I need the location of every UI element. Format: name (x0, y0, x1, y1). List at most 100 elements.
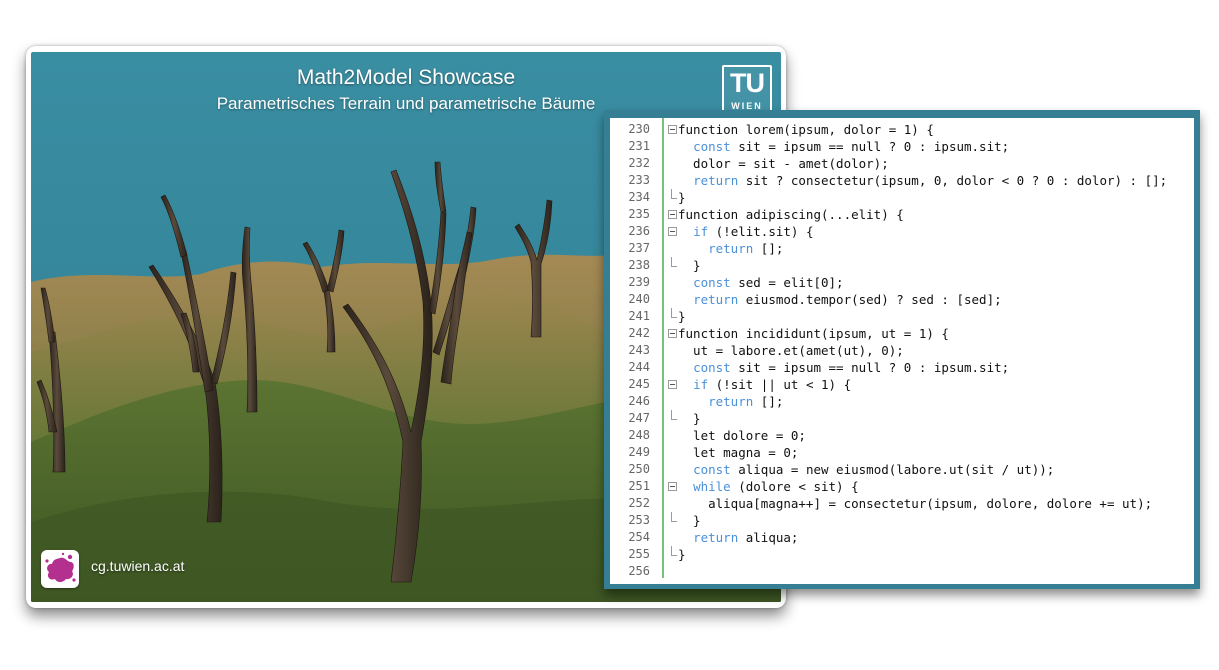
code-line[interactable]: 254 return aliqua; (610, 529, 1194, 546)
line-number: 254 (628, 530, 650, 544)
code-text: return []; (678, 240, 783, 257)
fold-end-marker (671, 410, 677, 420)
code-token: function adipiscing(...elit) { (678, 207, 904, 222)
code-token: aliqua = new eiusmod(labore.ut(sit / ut)… (730, 462, 1055, 477)
line-number: 241 (628, 309, 650, 323)
code-text: const aliqua = new eiusmod(labore.ut(sit… (678, 461, 1054, 478)
keyword-token: const (693, 462, 731, 477)
keyword-token: return (708, 241, 754, 256)
fold-minus-icon[interactable] (668, 482, 677, 491)
line-number: 243 (628, 343, 650, 357)
code-token: sit = ipsum == null ? 0 : ipsum.sit; (730, 139, 1010, 154)
code-line[interactable]: 238 } (610, 257, 1194, 274)
keyword-token: if (693, 377, 709, 392)
keyword-token: const (693, 275, 731, 290)
tu-wien-logo: TU WIEN (722, 65, 772, 115)
code-editor[interactable]: 230 function lorem(ipsum, dolor = 1) {231… (610, 118, 1194, 584)
line-number: 231 (628, 139, 650, 153)
code-text: let dolore = 0; (678, 427, 806, 444)
code-token: []; (753, 394, 784, 409)
code-token: ut = labore.et(amet(ut), 0); (678, 343, 904, 358)
code-text: aliqua[magna++] = consectetur(ipsum, dol… (678, 495, 1152, 512)
fold-minus-icon[interactable] (668, 227, 677, 236)
code-line[interactable]: 233 return sit ? consectetur(ipsum, 0, d… (610, 172, 1194, 189)
keyword-token: return (693, 173, 739, 188)
fold-minus-icon[interactable] (668, 210, 677, 219)
code-line[interactable]: 249 let magna = 0; (610, 444, 1194, 461)
fold-end-marker (671, 189, 677, 199)
code-text: return aliqua; (678, 529, 798, 546)
code-token: sit = ipsum == null ? 0 : ipsum.sit; (730, 360, 1010, 375)
code-line[interactable]: 255} (610, 546, 1194, 563)
code-text: return eiusmod.tempor(sed) ? sed : [sed]… (678, 291, 1002, 308)
code-text: if (!elit.sit) { (678, 223, 813, 240)
code-line[interactable]: 242 function incididunt(ipsum, ut = 1) { (610, 325, 1194, 342)
code-text: return []; (678, 393, 783, 410)
keyword-token: while (693, 479, 731, 494)
line-number: 238 (628, 258, 650, 272)
keyword-token: const (693, 360, 731, 375)
fold-end-marker (671, 546, 677, 556)
code-token: (!elit.sit) { (708, 224, 814, 239)
code-line[interactable]: 250 const aliqua = new eiusmod(labore.ut… (610, 461, 1194, 478)
code-line[interactable]: 246 return []; (610, 393, 1194, 410)
line-number: 235 (628, 207, 650, 221)
line-number: 251 (628, 479, 650, 493)
line-number: 230 (628, 122, 650, 136)
code-line[interactable]: 237 return []; (610, 240, 1194, 257)
code-text: } (678, 257, 701, 274)
code-text: dolor = sit - amet(dolor); (678, 155, 889, 172)
fold-end-marker (671, 512, 677, 522)
code-token: eiusmod.tempor(sed) ? sed : [sed]; (738, 292, 1002, 307)
line-number: 253 (628, 513, 650, 527)
code-text: } (678, 308, 686, 325)
line-number: 233 (628, 173, 650, 187)
line-number: 255 (628, 547, 650, 561)
fold-minus-icon[interactable] (668, 380, 677, 389)
code-line[interactable]: 235 function adipiscing(...elit) { (610, 206, 1194, 223)
code-line[interactable]: 239 const sed = elit[0]; (610, 274, 1194, 291)
fold-minus-icon[interactable] (668, 329, 677, 338)
code-line[interactable]: 230 function lorem(ipsum, dolor = 1) { (610, 121, 1194, 138)
code-token: function incididunt(ipsum, ut = 1) { (678, 326, 949, 341)
line-number: 256 (628, 564, 650, 578)
line-number: 236 (628, 224, 650, 238)
code-line[interactable]: 245 if (!sit || ut < 1) { (610, 376, 1194, 393)
code-line[interactable]: 241} (610, 308, 1194, 325)
keyword-token: return (708, 394, 754, 409)
code-text: if (!sit || ut < 1) { (678, 376, 851, 393)
code-line[interactable]: 231 const sit = ipsum == null ? 0 : ipsu… (610, 138, 1194, 155)
keyword-token: if (693, 224, 709, 239)
code-line[interactable]: 256 (610, 563, 1194, 580)
code-text: } (678, 189, 686, 206)
keyword-token: return (693, 292, 739, 307)
code-line[interactable]: 243 ut = labore.et(amet(ut), 0); (610, 342, 1194, 359)
fold-end-marker (671, 257, 677, 267)
code-line[interactable]: 251 while (dolore < sit) { (610, 478, 1194, 495)
logo-tu-text: TU (730, 68, 765, 98)
code-token: let dolore = 0; (678, 428, 806, 443)
code-text: const sit = ipsum == null ? 0 : ipsum.si… (678, 138, 1009, 155)
fold-minus-icon[interactable] (668, 125, 677, 134)
code-line[interactable]: 244 const sit = ipsum == null ? 0 : ipsu… (610, 359, 1194, 376)
line-number: 244 (628, 360, 650, 374)
code-line[interactable]: 252 aliqua[magna++] = consectetur(ipsum,… (610, 495, 1194, 512)
code-line[interactable]: 234} (610, 189, 1194, 206)
code-text: while (dolore < sit) { (678, 478, 859, 495)
line-number: 239 (628, 275, 650, 289)
line-number: 237 (628, 241, 650, 255)
code-line[interactable]: 247 } (610, 410, 1194, 427)
code-line[interactable]: 253 } (610, 512, 1194, 529)
code-line[interactable]: 236 if (!elit.sit) { (610, 223, 1194, 240)
code-line[interactable]: 240 return eiusmod.tempor(sed) ? sed : [… (610, 291, 1194, 308)
code-line[interactable]: 248 let dolore = 0; (610, 427, 1194, 444)
code-line[interactable]: 232 dolor = sit - amet(dolor); (610, 155, 1194, 172)
line-number: 240 (628, 292, 650, 306)
